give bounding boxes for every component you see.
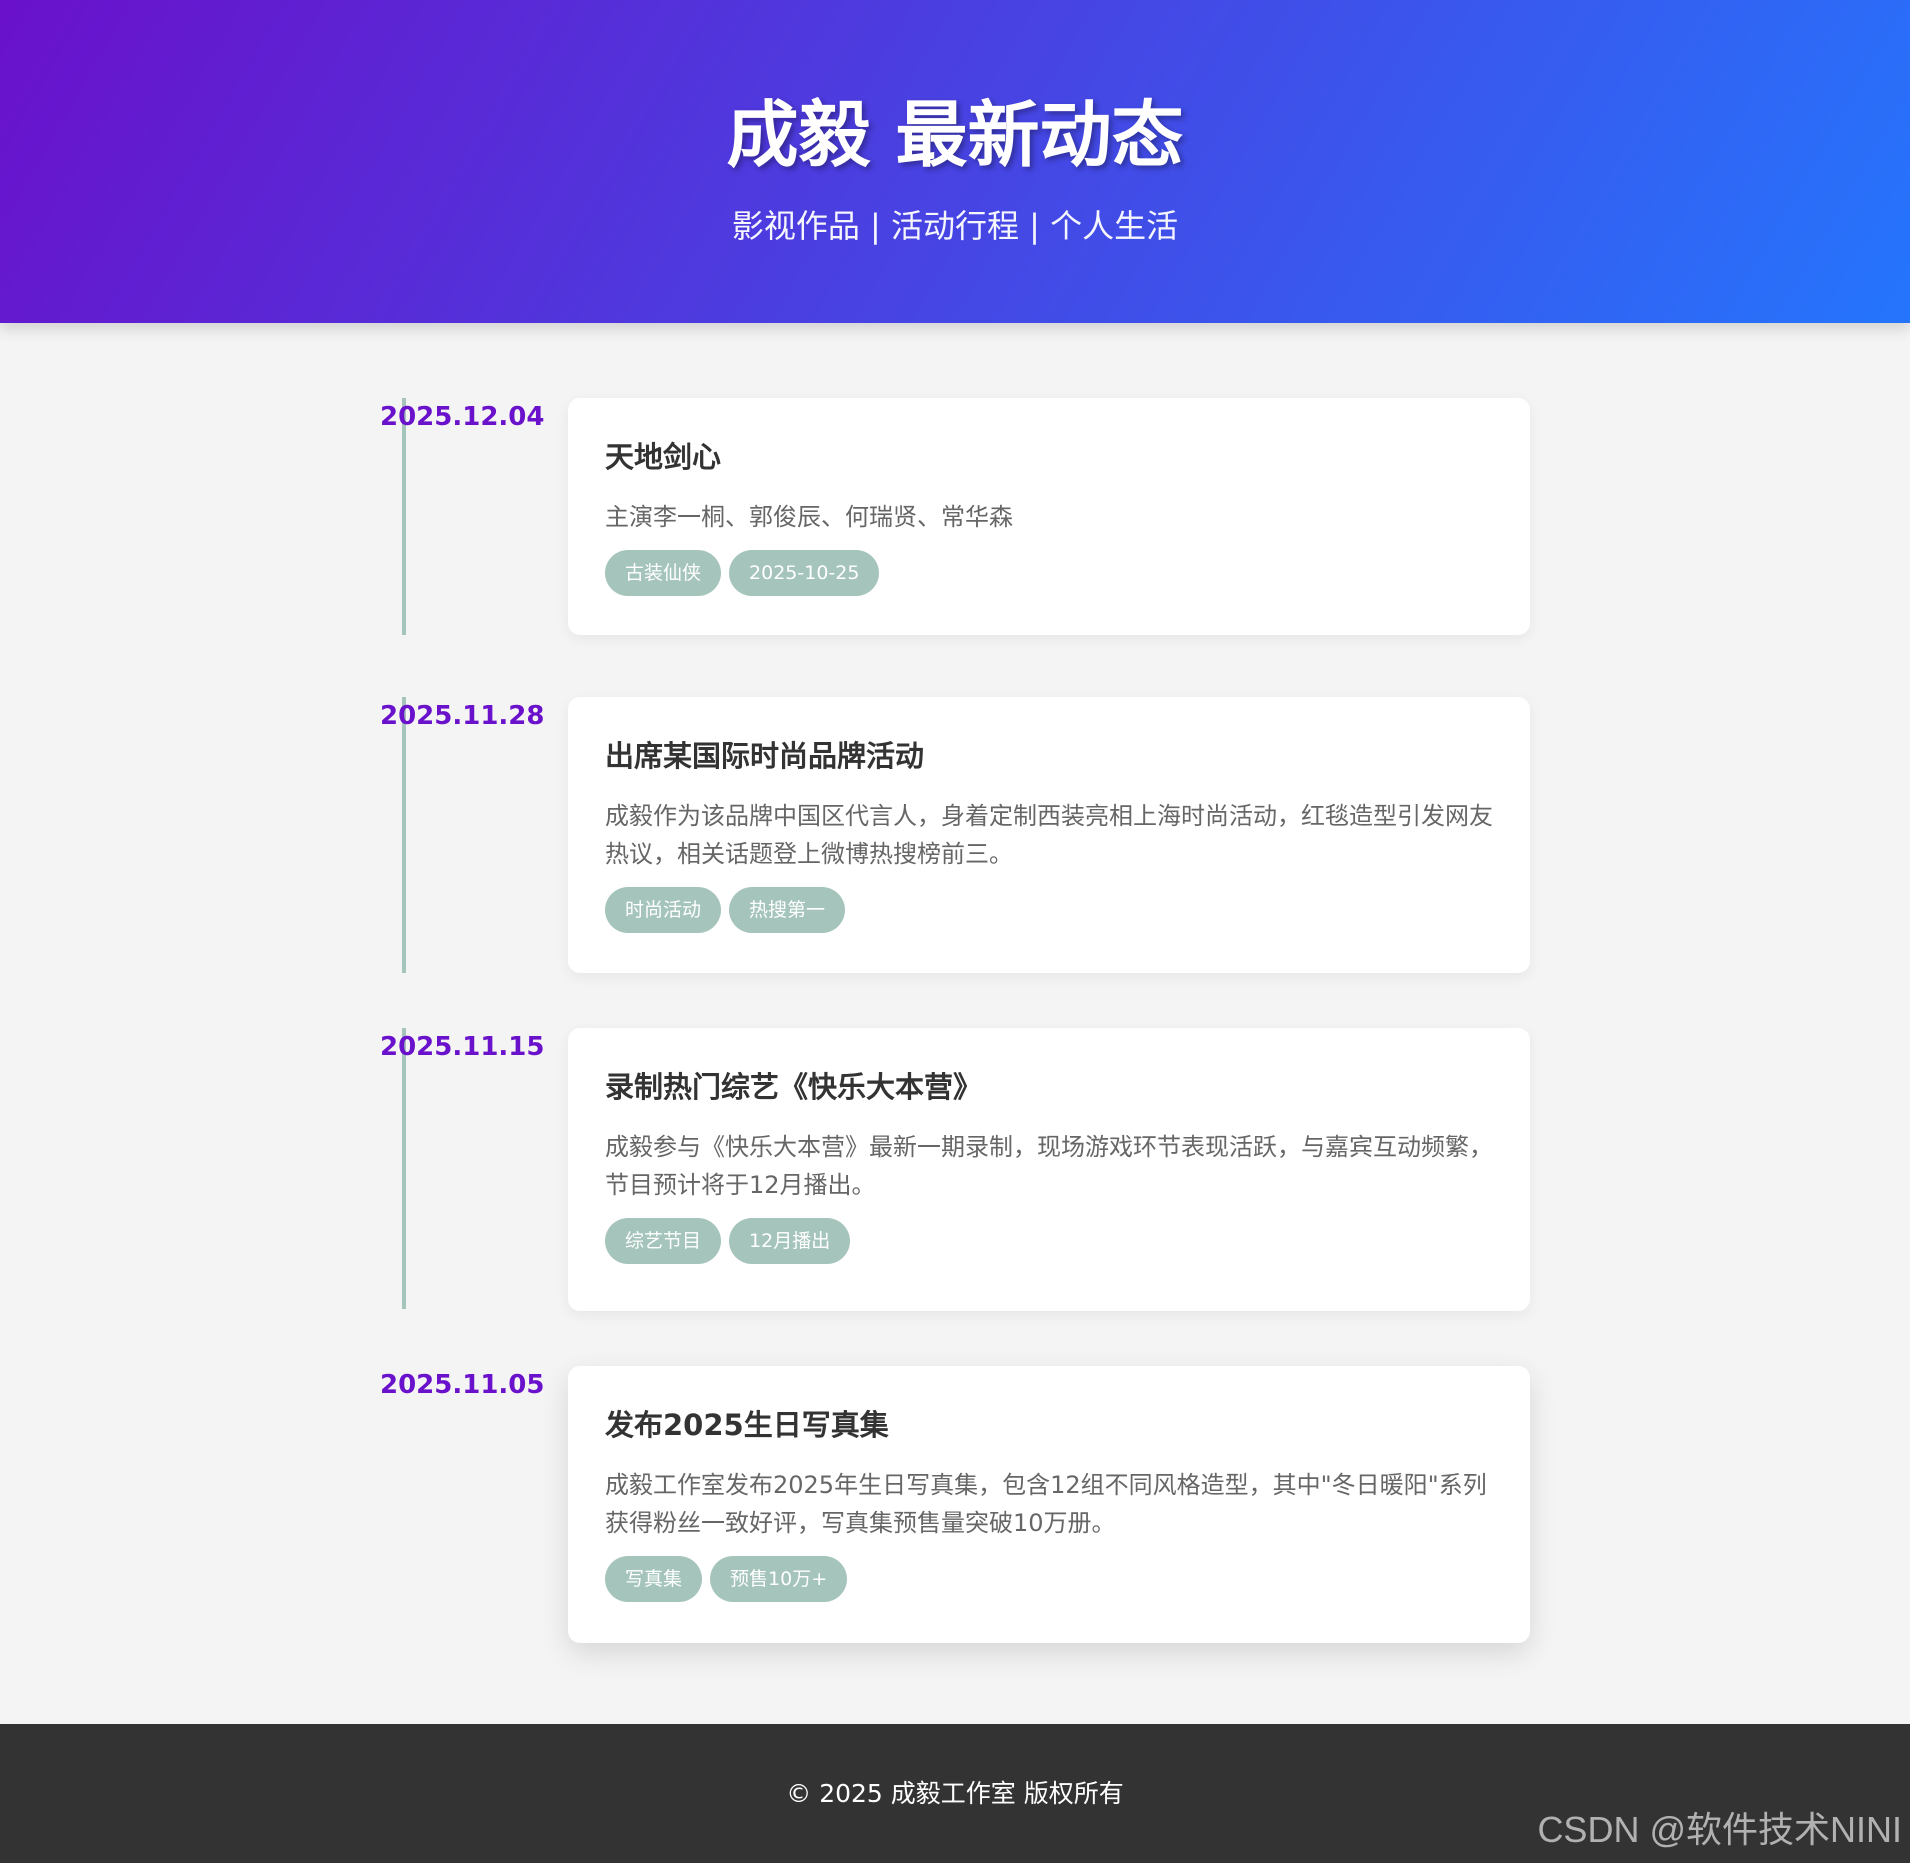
tag: 古装仙侠	[605, 550, 722, 596]
card-tags: 写真集 预售10万+	[605, 1556, 1494, 1602]
timeline-line	[402, 697, 406, 973]
tag: 写真集	[605, 1556, 703, 1602]
tag: 2025-10-25	[729, 550, 880, 596]
timeline-date: 2025.11.28	[380, 701, 545, 731]
tag: 综艺节目	[605, 1218, 722, 1264]
card-tags: 古装仙侠 2025-10-25	[605, 550, 1494, 596]
tag: 预售10万+	[710, 1556, 848, 1602]
timeline-date: 2025.11.15	[380, 1032, 545, 1062]
card-description: 主演李一桐、郭俊辰、何瑞贤、常华森	[605, 503, 1013, 531]
watermark: CSDN @软件技术NINI	[1537, 1809, 1902, 1850]
timeline-date: 2025.11.05	[380, 1370, 545, 1400]
tag: 12月播出	[729, 1218, 851, 1264]
card-title: 发布2025生日写真集	[605, 1408, 889, 1442]
page-subtitle: 影视作品 | 活动行程 | 个人生活	[731, 207, 1179, 245]
tag: 热搜第一	[729, 887, 846, 933]
timeline-card[interactable]: 录制热门综艺《快乐大本营》 成毅参与《快乐大本营》最新一期录制，现场游戏环节表现…	[568, 1028, 1530, 1311]
card-tags: 综艺节目 12月播出	[605, 1218, 1494, 1264]
card-description: 成毅参与《快乐大本营》最新一期录制，现场游戏环节表现活跃，与嘉宾互动频繁，节目预…	[605, 1133, 1493, 1199]
timeline-card[interactable]: 发布2025生日写真集 成毅工作室发布2025年生日写真集，包含12组不同风格造…	[568, 1366, 1530, 1643]
timeline-date: 2025.12.04	[380, 402, 545, 432]
tag: 时尚活动	[605, 887, 722, 933]
timeline-card[interactable]: 天地剑心 主演李一桐、郭俊辰、何瑞贤、常华森 古装仙侠 2025-10-25	[568, 398, 1530, 635]
copyright-text: © 2025 成毅工作室 版权所有	[786, 1779, 1124, 1808]
card-description: 成毅作为该品牌中国区代言人，身着定制西装亮相上海时尚活动，红毯造型引发网友热议，…	[605, 802, 1493, 868]
timeline: 2025.12.04 天地剑心 主演李一桐、郭俊辰、何瑞贤、常华森 古装仙侠 2…	[0, 323, 1910, 1724]
page-header: 成毅 最新动态 影视作品 | 活动行程 | 个人生活	[0, 0, 1910, 323]
timeline-line	[402, 1028, 406, 1309]
card-description: 成毅工作室发布2025年生日写真集，包含12组不同风格造型，其中"冬日暖阳"系列…	[605, 1471, 1487, 1537]
card-title: 天地剑心	[605, 440, 722, 474]
page-title: 成毅 最新动态	[726, 93, 1184, 177]
card-title: 出席某国际时尚品牌活动	[605, 739, 925, 773]
card-tags: 时尚活动 热搜第一	[605, 887, 1494, 933]
page-footer: © 2025 成毅工作室 版权所有 CSDN @软件技术NINI	[0, 1724, 1910, 1863]
card-title: 录制热门综艺《快乐大本营》	[605, 1070, 983, 1104]
timeline-card[interactable]: 出席某国际时尚品牌活动 成毅作为该品牌中国区代言人，身着定制西装亮相上海时尚活动…	[568, 697, 1530, 973]
